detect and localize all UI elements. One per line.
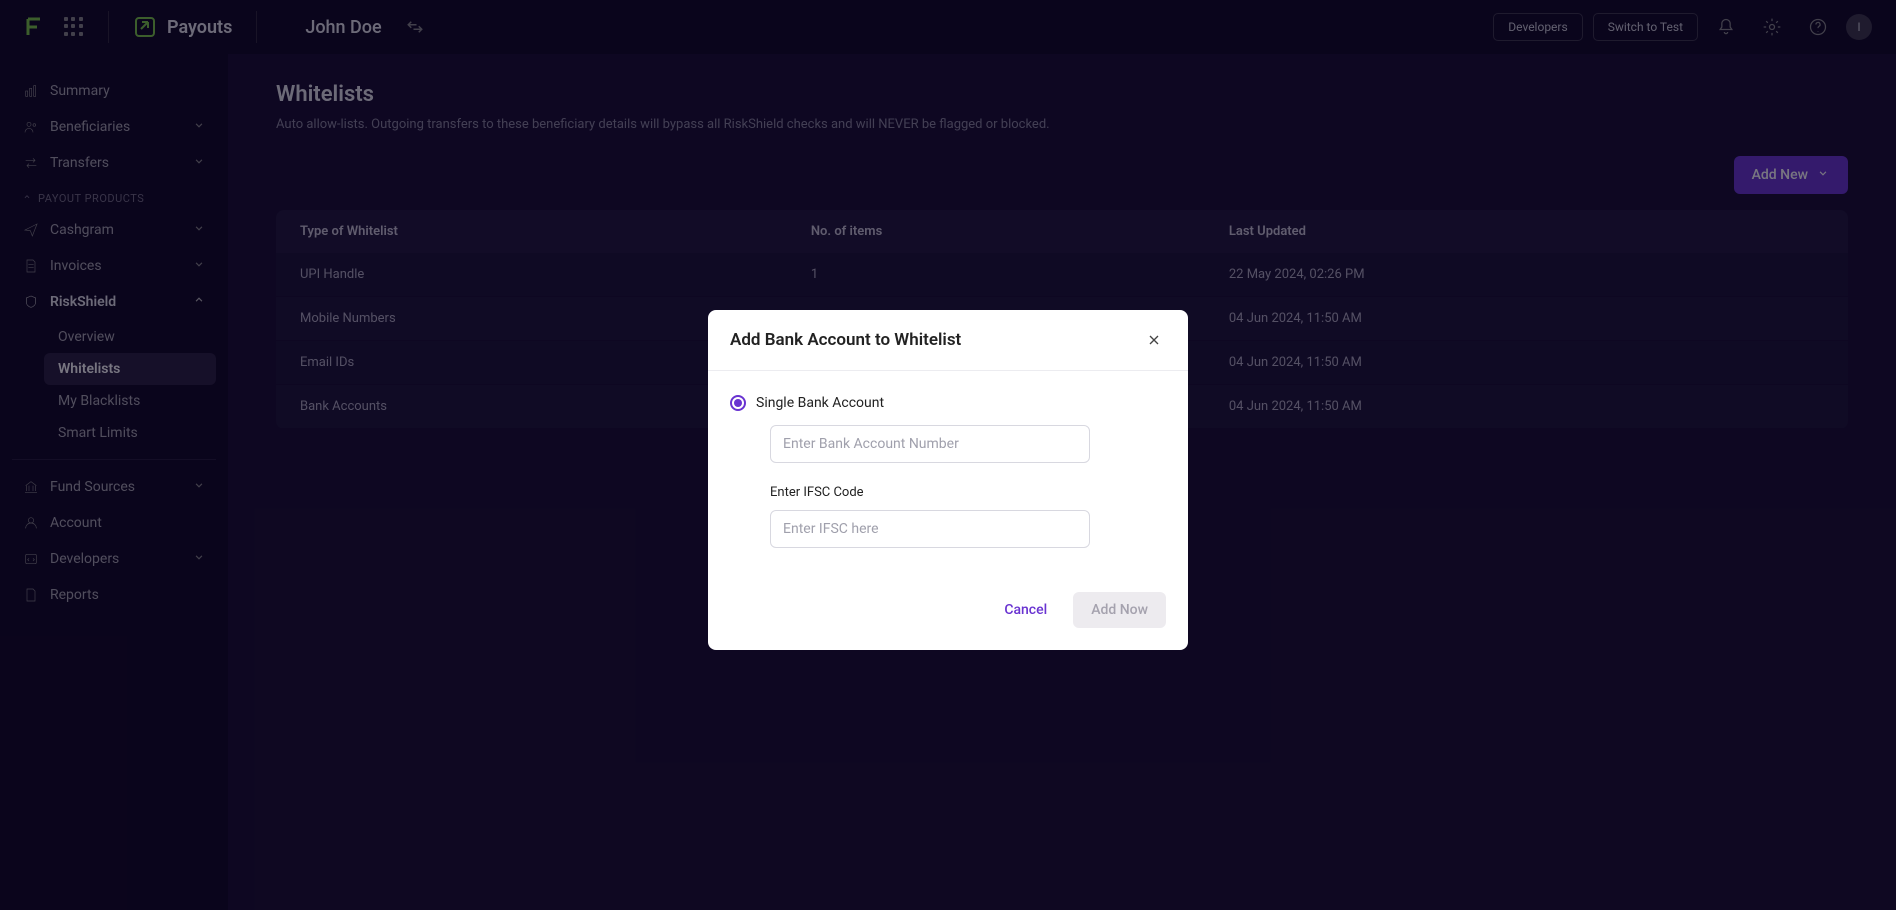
radio-icon	[730, 395, 746, 411]
close-icon[interactable]	[1142, 328, 1166, 352]
bank-account-input[interactable]	[770, 425, 1090, 463]
add-bank-modal: Add Bank Account to Whitelist Single Ban…	[708, 310, 1188, 650]
cancel-button[interactable]: Cancel	[986, 592, 1065, 628]
modal-title: Add Bank Account to Whitelist	[730, 330, 961, 350]
modal-header: Add Bank Account to Whitelist	[708, 310, 1188, 371]
radio-single-bank[interactable]: Single Bank Account	[730, 395, 1166, 411]
add-now-button[interactable]: Add Now	[1073, 592, 1166, 628]
ifsc-group: Enter IFSC Code	[730, 485, 1166, 548]
ifsc-input[interactable]	[770, 510, 1090, 548]
modal-overlay[interactable]: Add Bank Account to Whitelist Single Ban…	[0, 0, 1896, 910]
modal-footer: Cancel Add Now	[708, 576, 1188, 650]
ifsc-label: Enter IFSC Code	[770, 485, 1166, 500]
bank-account-group	[730, 425, 1166, 463]
radio-label: Single Bank Account	[756, 395, 884, 411]
modal-body: Single Bank Account Enter IFSC Code	[708, 371, 1188, 576]
